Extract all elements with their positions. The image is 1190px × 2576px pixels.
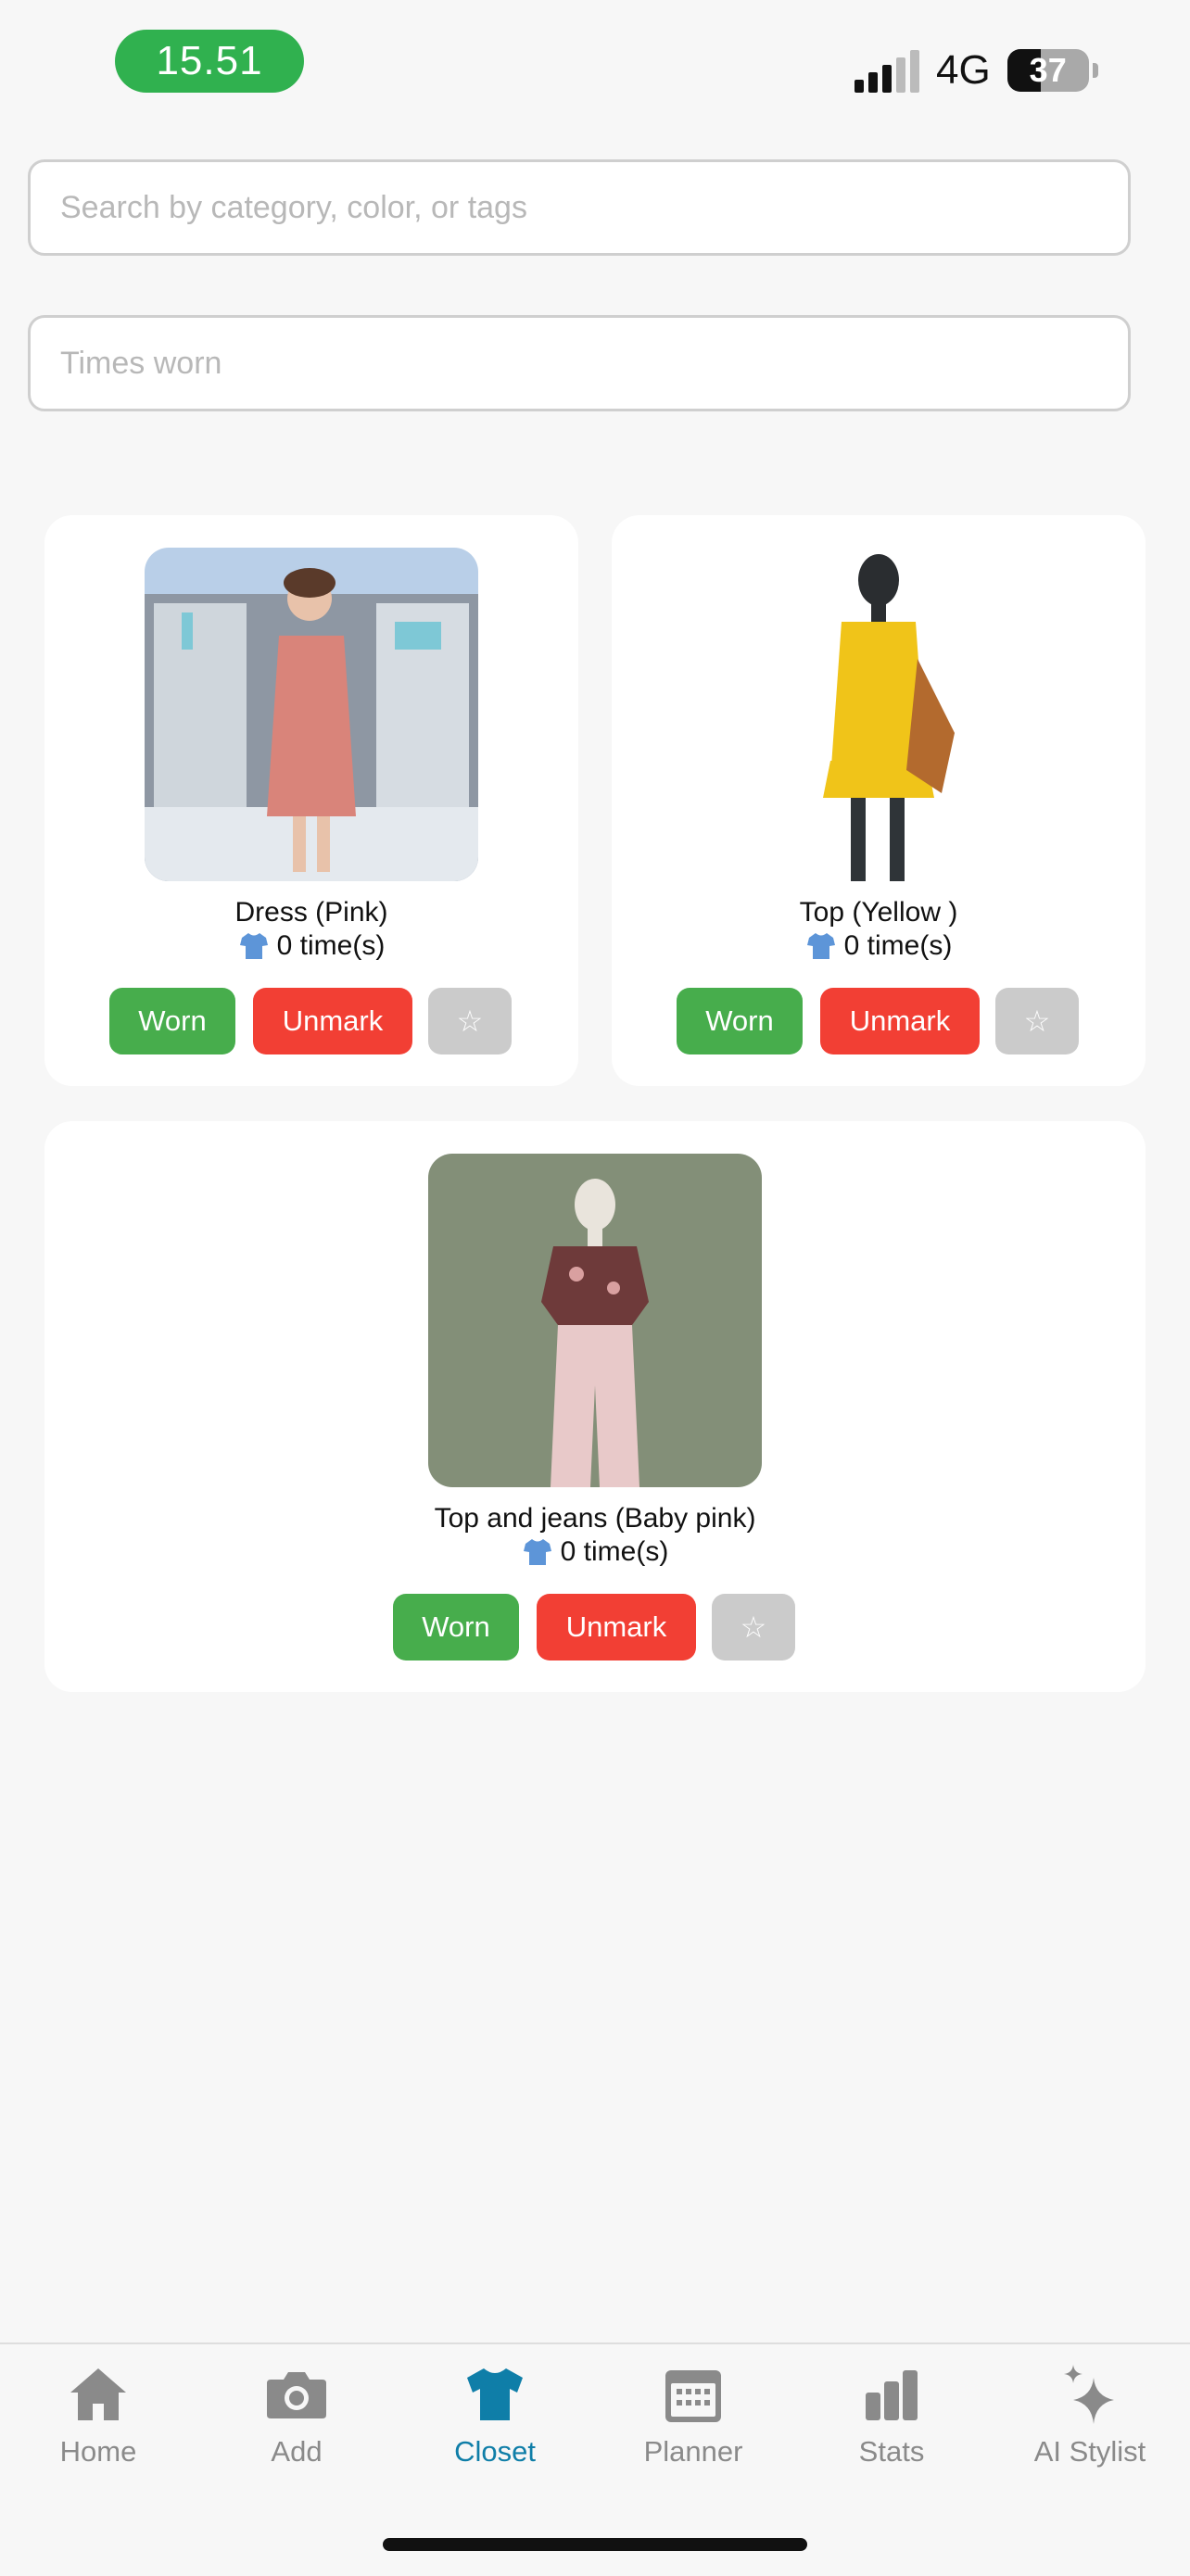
favorite-button[interactable]: ☆ xyxy=(995,988,1079,1054)
item-title: Dress (Pink) xyxy=(234,897,388,928)
home-indicator xyxy=(383,2538,807,2551)
clothing-card: Dress (Pink) 0 time(s) Worn Unmark ☆ xyxy=(44,515,578,1086)
bar-chart-icon xyxy=(866,2370,918,2420)
tab-ai-stylist[interactable]: AI Stylist xyxy=(997,2361,1183,2481)
worn-count: 0 time(s) xyxy=(44,1536,1146,1568)
clothing-card: Top (Yellow ) 0 time(s) Worn Unmark ☆ xyxy=(612,515,1146,1086)
clothing-card: Top and jeans (Baby pink) 0 time(s) Worn… xyxy=(44,1121,1146,1692)
shirt-icon xyxy=(523,1539,551,1565)
home-icon xyxy=(70,2368,126,2420)
times-worn-input[interactable] xyxy=(28,315,1131,411)
tab-label: Planner xyxy=(643,2435,743,2468)
worn-button[interactable]: Worn xyxy=(393,1594,519,1661)
tab-closet[interactable]: Closet xyxy=(402,2361,588,2481)
shirt-icon xyxy=(239,933,268,959)
network-type: 4G xyxy=(936,47,991,93)
search-input[interactable] xyxy=(28,159,1131,256)
worn-count-label: 0 time(s) xyxy=(276,930,386,961)
tab-label: Stats xyxy=(858,2435,925,2468)
worn-button[interactable]: Worn xyxy=(677,988,803,1054)
worn-count-label: 0 time(s) xyxy=(560,1536,669,1567)
camera-icon xyxy=(267,2372,326,2418)
unmark-button[interactable]: Unmark xyxy=(537,1594,696,1661)
worn-count: 0 time(s) xyxy=(44,930,578,962)
item-photo[interactable] xyxy=(712,548,1045,881)
unmark-button[interactable]: Unmark xyxy=(253,988,412,1054)
tab-label: Closet xyxy=(454,2435,536,2468)
item-photo[interactable] xyxy=(428,1154,762,1487)
tab-stats[interactable]: Stats xyxy=(799,2361,984,2481)
favorite-button[interactable]: ☆ xyxy=(712,1594,795,1661)
item-title: Top (Yellow ) xyxy=(799,897,958,928)
worn-count-label: 0 time(s) xyxy=(843,930,953,961)
worn-button[interactable]: Worn xyxy=(109,988,235,1054)
battery-icon: 37 xyxy=(1006,49,1089,92)
cellular-signal-icon xyxy=(855,48,919,93)
tab-label: Add xyxy=(271,2435,323,2468)
tab-label: AI Stylist xyxy=(1033,2435,1146,2468)
tshirt-icon xyxy=(467,2368,523,2420)
shirt-icon xyxy=(806,933,835,959)
calendar-icon xyxy=(665,2370,721,2422)
favorite-button[interactable]: ☆ xyxy=(428,988,512,1054)
tab-planner[interactable]: Planner xyxy=(601,2361,786,2481)
sparkles-icon xyxy=(1064,2365,1114,2424)
battery-level: 37 xyxy=(1029,51,1067,89)
tab-home[interactable]: Home xyxy=(6,2361,191,2481)
status-time: 15.51 xyxy=(115,30,304,93)
unmark-button[interactable]: Unmark xyxy=(820,988,980,1054)
tab-label: Home xyxy=(59,2435,137,2468)
item-title: Top and jeans (Baby pink) xyxy=(434,1503,756,1534)
status-indicators: 4G 37 xyxy=(855,39,1098,102)
tab-add[interactable]: Add xyxy=(204,2361,389,2481)
item-photo[interactable] xyxy=(145,548,478,881)
worn-count: 0 time(s) xyxy=(612,930,1146,962)
